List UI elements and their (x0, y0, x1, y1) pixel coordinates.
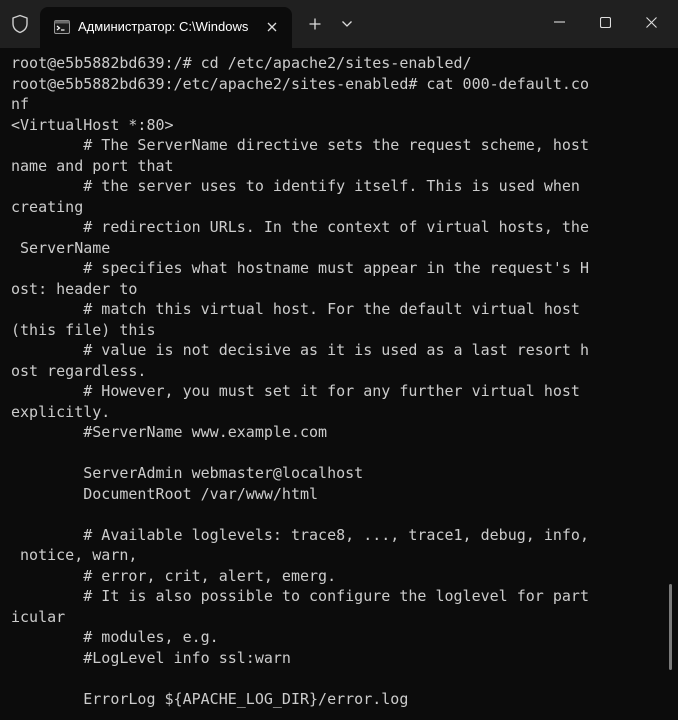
terminal-line: # It is also possible to configure the l… (11, 587, 589, 605)
terminal-line: (this file) this (11, 320, 156, 339)
plus-icon (309, 18, 321, 30)
terminal-line: # error, crit, alert, emerg. (11, 566, 337, 585)
terminal-line: # value is not decisive as it is used as… (11, 341, 589, 359)
terminal-line: # modules, e.g. (11, 628, 219, 646)
terminal-line: # However, you must set it for any furth… (11, 382, 580, 400)
chevron-down-icon (342, 21, 352, 27)
minimize-button[interactable] (536, 0, 582, 44)
terminal-line: # match this virtual host. For the defau… (11, 300, 580, 318)
terminal-line: # specifies what hostname must appear in… (11, 259, 589, 277)
terminal-output[interactable]: root@e5b5882bd639:/# cd /etc/apache2/sit… (0, 48, 664, 720)
minimize-icon (553, 21, 565, 23)
terminal-line: creating (11, 197, 84, 216)
terminal-line: notice, warn, (11, 546, 138, 564)
title-bar[interactable]: Администратор: C:\Windows (0, 0, 678, 48)
terminal-line: explicitly. (11, 402, 111, 421)
terminal-line: ServerAdmin webmaster@localhost (11, 464, 364, 482)
terminal-line: #ServerName www.example.com (11, 423, 328, 441)
close-icon[interactable] (262, 17, 282, 37)
terminal-line: name and port that (11, 156, 174, 175)
scrollbar-thumb[interactable] (669, 584, 672, 670)
terminal-line: ServerName (11, 238, 111, 257)
terminal-line: ost regardless. (11, 361, 147, 380)
terminal-line: ost: header to (11, 279, 138, 298)
tab-title: Администратор: C:\Windows (78, 19, 249, 34)
terminal-line: <VirtualHost *:80> (11, 115, 174, 134)
tab-dropdown-button[interactable] (335, 12, 359, 36)
scrollbar[interactable] (666, 48, 678, 720)
terminal-line: root@e5b5882bd639:/etc/apache2/sites-ena… (11, 74, 589, 93)
terminal-line: icular (11, 607, 66, 626)
terminal-line: # Available loglevels: trace8, ..., trac… (11, 525, 589, 544)
terminal-line: # the server uses to identify itself. Th… (11, 177, 580, 195)
terminal-line: #LogLevel info ssl:warn (11, 648, 291, 667)
terminal-line: # The ServerName directive sets the requ… (11, 136, 589, 154)
terminal-line: DocumentRoot /var/www/html (11, 484, 319, 503)
terminal-line: root@e5b5882bd639:/# cd /etc/apache2/sit… (11, 54, 472, 72)
terminal-icon (54, 19, 70, 35)
close-icon (645, 16, 657, 28)
terminal-window: Администратор: C:\Windows root@e5b5882bd… (0, 0, 678, 720)
terminal-line: ErrorLog ${APACHE_LOG_DIR}/error.log (11, 689, 409, 708)
close-window-button[interactable] (628, 0, 674, 44)
terminal-line: nf (11, 95, 30, 113)
tab-administrator[interactable]: Администратор: C:\Windows (40, 7, 292, 48)
terminal-text: root@e5b5882bd639:/# cd /etc/apache2/sit… (11, 53, 664, 709)
maximize-icon (599, 16, 611, 28)
new-tab-button[interactable] (303, 12, 327, 36)
terminal-line: # redirection URLs. In the context of vi… (11, 218, 589, 236)
maximize-button[interactable] (582, 0, 628, 44)
shield-icon (8, 12, 32, 36)
